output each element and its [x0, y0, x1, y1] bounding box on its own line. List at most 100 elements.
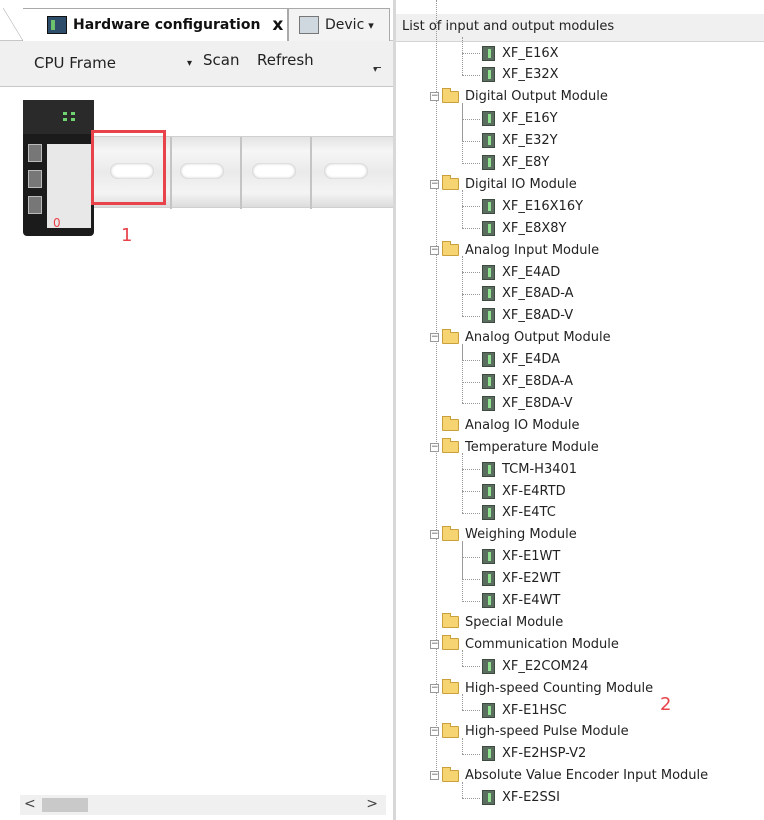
list-annotation-marker: 2 — [660, 694, 672, 715]
tree-folder[interactable]: Special Module — [430, 612, 563, 632]
tree-connector — [462, 797, 480, 799]
ethernet-port — [28, 196, 42, 214]
module-icon — [482, 746, 495, 762]
tree-connector — [462, 256, 463, 316]
tree-module-item[interactable]: XF_E32X — [482, 65, 559, 85]
tree-folder[interactable]: − High-speed Pulse Module — [430, 722, 629, 742]
module-icon — [482, 264, 495, 280]
tree-module-item[interactable]: XF_E8AD-A — [482, 284, 574, 304]
status-led — [63, 118, 67, 121]
tree-folder[interactable]: − Analog Output Module — [430, 328, 611, 348]
tree-module-item[interactable]: XF_E16Y — [482, 109, 558, 129]
tree-module-item[interactable]: XF_E4DA — [482, 350, 560, 370]
tree-folder[interactable]: − Temperature Module — [430, 437, 599, 457]
tree-item-label: XF_E8AD-V — [502, 308, 574, 324]
ethernet-port — [28, 170, 42, 188]
expand-toggle-icon[interactable]: − — [430, 92, 439, 102]
tree-module-item[interactable]: XF_E8DA-V — [482, 393, 573, 413]
module-slot[interactable] — [324, 163, 368, 179]
close-icon[interactable]: x — [272, 15, 283, 35]
scan-button[interactable]: Scan — [203, 51, 239, 69]
tree-item-label: Analog IO Module — [465, 417, 580, 433]
tree-folder[interactable]: − Weighing Module — [430, 525, 577, 545]
tree-module-item[interactable]: XF-E2WT — [482, 569, 560, 589]
tree-connector — [462, 781, 463, 798]
module-icon — [482, 111, 495, 127]
module-list-panel: List of input and output modules XF_E16X… — [396, 0, 764, 820]
frame-select[interactable]: CPU Frame ▾ — [20, 49, 194, 77]
scroll-right-icon[interactable]: > — [366, 796, 378, 812]
toolbar-overflow-icon[interactable]: ▾ — [373, 65, 383, 77]
expand-toggle-icon[interactable]: − — [430, 639, 439, 649]
tree-module-item[interactable]: XF_E8AD-V — [482, 306, 573, 326]
tree-folder[interactable]: − High-speed Counting Module — [430, 678, 653, 698]
expand-toggle-icon[interactable]: − — [430, 179, 439, 189]
tree-item-label: XF_E32Y — [502, 133, 558, 149]
tree-module-item[interactable]: XF_E32Y — [482, 131, 558, 151]
expand-toggle-icon[interactable]: − — [430, 245, 439, 255]
folder-icon — [442, 766, 459, 782]
tree-folder[interactable]: − Digital Output Module — [430, 87, 608, 107]
horizontal-scrollbar[interactable]: < > — [20, 795, 386, 815]
tree-module-item[interactable]: XF-E4WT — [482, 591, 560, 611]
tree-folder[interactable]: Analog IO Module — [430, 415, 580, 435]
module-slot[interactable] — [252, 163, 296, 179]
tree-connector — [462, 512, 480, 514]
expand-toggle-icon[interactable]: − — [430, 442, 439, 452]
tree-module-item[interactable]: XF-E1HSC — [482, 700, 567, 720]
expand-toggle-icon[interactable]: − — [430, 727, 439, 737]
rack-canvas: 0 1 — [0, 88, 393, 788]
tree-module-item[interactable]: XF-E2HSP-V2 — [482, 744, 586, 764]
scroll-left-icon[interactable]: < — [24, 796, 36, 812]
tree-module-item[interactable]: XF_E2COM24 — [482, 656, 588, 676]
tab-device[interactable]: Devic ▾ — [288, 8, 390, 41]
chevron-down-icon[interactable]: ▾ — [368, 19, 374, 32]
folder-icon — [442, 525, 459, 541]
tree-module-item[interactable]: XF_E8Y — [482, 153, 549, 173]
folder-icon — [442, 438, 459, 454]
expand-toggle-icon[interactable]: − — [430, 333, 439, 343]
module-icon — [482, 286, 495, 302]
module-icon — [482, 374, 495, 389]
tab-hardware-label: Hardware configuration — [73, 17, 261, 33]
refresh-button[interactable]: Refresh — [257, 51, 314, 69]
tree-folder[interactable]: − Analog Input Module — [430, 240, 599, 260]
tree-module-item[interactable]: XF-E1WT — [482, 547, 560, 567]
expand-toggle-icon[interactable]: − — [430, 530, 439, 540]
tree-item-label: XF_E8Y — [502, 155, 550, 170]
tree-connector — [462, 118, 480, 120]
tree-module-item[interactable]: XF_E8DA-A — [482, 372, 573, 392]
tab-hardware-configuration[interactable]: Hardware configuration x — [3, 8, 288, 41]
module-icon — [482, 658, 495, 674]
cpu-slot-index: 0 — [53, 216, 61, 230]
tree-connector — [462, 469, 480, 471]
ethernet-port — [28, 144, 42, 162]
tree-module-item[interactable]: XF-E4RTD — [482, 481, 566, 501]
module-icon — [482, 593, 495, 608]
tree-item-label: XF_E32X — [502, 67, 559, 83]
scrollbar-thumb[interactable] — [42, 798, 88, 812]
tree-folder[interactable]: − Communication Module — [430, 634, 619, 654]
folder-icon — [442, 175, 459, 191]
tree-module-item[interactable]: XF_E16X16Y — [482, 196, 583, 216]
tree-connector — [462, 666, 480, 668]
tree-folder[interactable]: − Absolute Value Encoder Input Module — [430, 766, 708, 786]
tree-module-item[interactable]: XF_E16X — [482, 43, 559, 63]
folder-icon — [442, 87, 459, 103]
status-led — [63, 112, 67, 115]
module-slot[interactable] — [180, 163, 224, 179]
tree-folder[interactable]: − Digital IO Module — [430, 174, 577, 194]
tree-module-item[interactable]: TCM-H3401 — [482, 459, 577, 479]
tree-item-label: XF_E16X16Y — [502, 198, 584, 214]
tree-module-item[interactable]: XF_E8X8Y — [482, 218, 567, 238]
toolbar: CPU Frame ▾ Scan Refresh ▾ — [0, 41, 393, 87]
tree-module-item[interactable]: XF_E4AD — [482, 262, 560, 282]
module-icon — [482, 308, 495, 324]
tree-connector — [462, 491, 480, 492]
tree-module-item[interactable]: XF-E2SSI — [482, 788, 560, 808]
expand-toggle-icon[interactable]: − — [430, 683, 439, 693]
tree-module-item[interactable]: XF-E4TC — [482, 503, 556, 523]
tree-connector — [462, 162, 480, 164]
expand-toggle-icon[interactable]: − — [430, 771, 439, 781]
tree-connector — [462, 753, 480, 755]
